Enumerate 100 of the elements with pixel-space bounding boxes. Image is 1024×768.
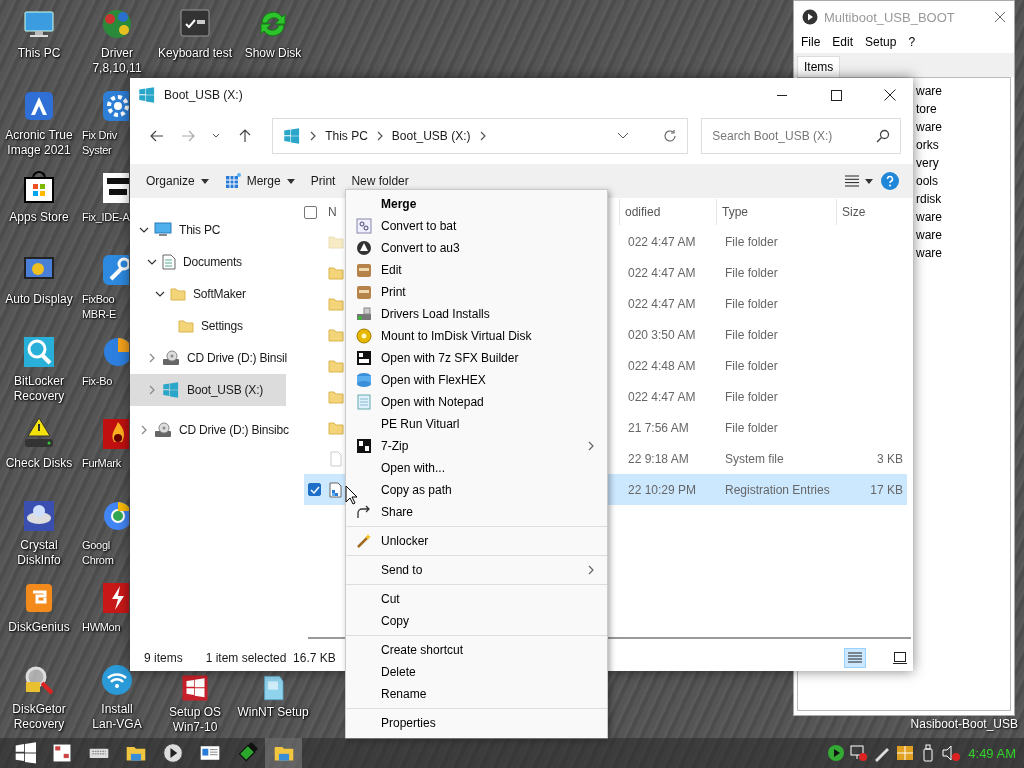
collapse-chevron[interactable] [146,258,158,266]
type-cell-text: File folder [724,265,779,280]
column-header[interactable]: odified [619,199,716,225]
list-item[interactable]: ware [916,84,942,98]
list-item[interactable]: ools [916,174,938,188]
refresh-icon[interactable] [663,129,678,143]
start-button[interactable] [13,742,36,764]
tree-item[interactable]: Documents [130,246,290,278]
list-item[interactable]: rdisk [916,192,942,206]
date-cell-text: 22 10:29 PM [627,482,698,497]
list-item[interactable]: very [916,156,939,170]
menu-item[interactable]: Print [346,281,607,303]
chevron-down-icon [212,133,221,139]
flame-icon[interactable] [100,416,129,452]
toolbar-button[interactable]: Print [302,172,344,190]
menu-item[interactable]: Convert to au3 [346,237,607,259]
chevron-right-icon [148,385,156,395]
list-item[interactable]: tore [916,102,937,116]
toolbar-button[interactable]: Merge [216,172,303,190]
play-icon [802,9,818,25]
collapse-chevron[interactable] [154,290,166,298]
tree-item[interactable]: Settings [130,310,290,342]
menu-item[interactable]: Share [346,501,607,523]
date-cell-text: 21 7:56 AM [627,420,690,435]
menu-item[interactable]: Edit [832,35,854,49]
toolbar-button[interactable]: New folder [343,172,417,190]
menu-item[interactable]: Create shortcut [346,639,607,661]
script-icon [356,218,372,234]
collapse-chevron[interactable] [138,226,150,234]
menu-item[interactable]: Merge [346,193,607,215]
clock[interactable]: 4:49 AM [962,745,1024,761]
menu-item[interactable]: ? [908,35,916,49]
app-icon[interactable] [100,170,129,206]
tree-item[interactable]: CD Drive (D:) Binsil [130,342,290,374]
menu-item[interactable]: Properties [346,712,607,734]
menu-item[interactable]: Send to [346,559,607,581]
close-icon[interactable] [994,11,1006,23]
address-bar[interactable]: This PC Boot_USB (X:) [272,118,689,154]
column-header[interactable]: Size [836,199,903,225]
windows-flag-icon[interactable] [895,744,914,762]
list-item[interactable]: ware [916,120,942,134]
menu-item[interactable]: Delete [346,661,607,683]
tree-item[interactable]: Boot_USB (X:) [130,374,286,406]
wifi-icon[interactable] [99,662,135,698]
menu-item[interactable]: Unlocker [346,530,607,552]
tree-item[interactable]: SoftMaker [130,278,290,310]
menu-item[interactable]: Open with Notepad [346,391,607,413]
magnifier-icon[interactable] [21,334,57,370]
menu-item[interactable]: Open with 7z SFX Builder [346,347,607,369]
tiles-view-icon [893,652,907,664]
notepad-icon [356,394,372,410]
speaker-muted-icon[interactable] [941,744,960,762]
tree-item[interactable]: CD Drive (D:) Binsibc [130,414,290,446]
menu-item[interactable]: Edit [346,259,607,281]
chevron-right-icon [148,353,156,363]
icon-label: FurMark [81,456,121,471]
menu-item[interactable]: Cut [346,588,607,610]
search-field[interactable]: Search Boot_USB (X:) [701,118,901,154]
menu-item[interactable]: Open with FlexHEX [346,369,607,391]
breadcrumb-item[interactable]: Boot_USB (X:) [391,129,471,143]
wrench-icon[interactable] [100,252,129,288]
gear-icon[interactable] [100,88,129,124]
toolbar-button[interactable]: Organize [138,172,217,190]
play-icon[interactable] [161,742,184,764]
chevron-right-icon [309,131,318,141]
tree-item[interactable]: This PC [130,214,290,246]
shopping-bag-icon[interactable] [21,170,57,206]
menu-item[interactable]: Mount to ImDisk Virtual Disk [346,325,607,347]
column-header[interactable]: N [324,205,337,219]
list-item[interactable]: ware [916,210,942,224]
windows-logo-icon[interactable] [180,673,210,703]
list-item[interactable]: ware [916,246,942,260]
chevron-right-icon [587,441,595,451]
type-cell-text: File folder [724,389,779,404]
help-icon[interactable] [881,172,899,190]
network-disconnected-icon[interactable] [849,744,868,762]
breadcrumb-item[interactable]: This PC [325,129,368,143]
column-header[interactable]: Type [716,199,836,225]
chevron-down-icon[interactable] [617,132,630,140]
menu-item[interactable]: PE Run Vituarl [346,413,607,435]
maximize-icon [830,89,842,101]
menu-item[interactable]: 7-Zip [346,435,607,457]
select-all-checkbox[interactable] [304,205,317,219]
list-item[interactable]: orks [916,138,939,152]
row-checkbox[interactable] [308,483,321,496]
date-cell-text: 022 4:48 AM [627,358,697,373]
details-view-button[interactable] [844,648,866,668]
menu-item[interactable]: Copy [346,610,607,632]
menu-item[interactable]: Convert to bat [346,215,607,237]
menu-item[interactable]: Setup [865,35,897,49]
menu-item[interactable]: Open with... [346,457,607,479]
list-item[interactable]: ware [916,228,942,242]
menu-item[interactable]: File [801,35,821,49]
icon-label: Check Disks [5,456,73,471]
lightning-icon[interactable] [100,580,129,616]
menu-item[interactable]: Rename [346,683,607,705]
tab[interactable]: Items [797,56,841,77]
play-icon[interactable] [826,744,845,762]
menu-item[interactable]: Drivers Load Installs [346,303,607,325]
registry-file-icon [328,481,344,498]
